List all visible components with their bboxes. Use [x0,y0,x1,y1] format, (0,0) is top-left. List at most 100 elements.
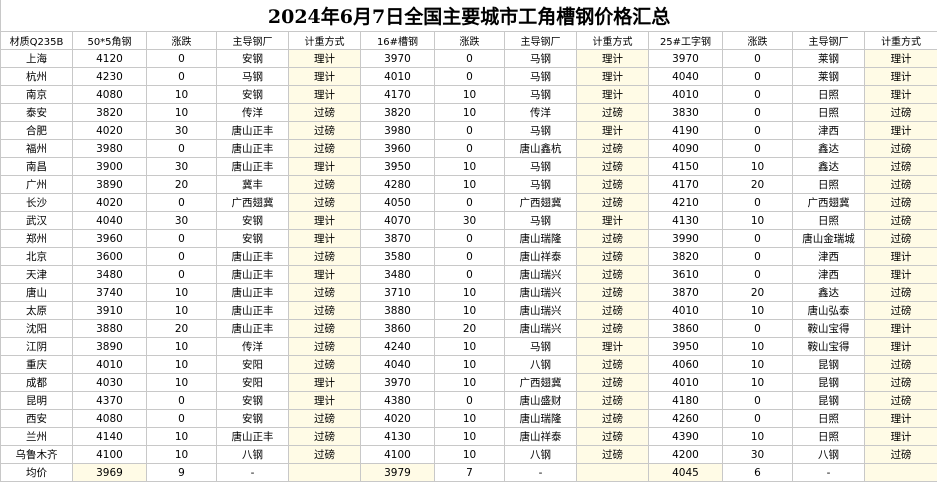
ibeam-price-cell: 3870 [648,283,723,302]
ibeam-weighing-cell: 理计 [863,121,937,140]
table-row: 合肥 4020 30 唐山正丰 过磅 3980 0 马钢 理计 4190 0 津西 理计 [0,121,937,140]
ibeam-weighing-cell: 过磅 [863,355,937,374]
angle-change-cell: 0 [146,391,217,410]
ibeam-price-cell: 4090 [648,139,723,158]
average-channel-price-cell: 3979 [360,463,435,482]
channel-change-cell: 10 [434,427,505,446]
channel-weighing-cell: 过磅 [576,139,649,158]
channel-weighing-cell: 过磅 [576,373,649,392]
angle-weighing-cell: 理计 [288,211,361,230]
ibeam-weighing-cell: 过磅 [863,373,937,392]
table-row: 兰州 4140 10 唐山正丰 过磅 4130 10 唐山祥泰 过磅 4390 10 日照 理计 [0,427,937,446]
ibeam-mill-cell: 昆钢 [792,373,865,392]
ibeam-price-cell: 4260 [648,409,723,428]
sheet-title: 2024年6月7日全国主要城市工角槽钢价格汇总 [0,0,937,32]
channel-mill-cell: 马钢 [504,175,577,194]
angle-mill-cell: 传洋 [216,103,289,122]
ibeam-mill-cell: 莱钢 [792,67,865,86]
ibeam-price-cell: 4170 [648,175,723,194]
city-cell: 唐山 [0,283,73,302]
angle-weighing-cell: 理计 [288,85,361,104]
ibeam-mill-cell: 津西 [792,247,865,266]
channel-mill-cell: 唐山瑞兴 [504,265,577,284]
angle-price-cell: 4230 [72,67,147,86]
ibeam-weighing-cell: 理计 [863,85,937,104]
table-row: 郑州 3960 0 安钢 理计 3870 0 唐山瑞隆 过磅 3990 0 唐山金瑞城 过磅 [0,229,937,248]
channel-mill-cell: 马钢 [504,211,577,230]
ibeam-change-cell: 30 [722,445,793,464]
ibeam-weighing-cell: 过磅 [863,103,937,122]
channel-mill-cell: 唐山瑞隆 [504,409,577,428]
angle-weighing-cell: 过磅 [288,103,361,122]
angle-change-cell: 10 [146,337,217,356]
angle-change-cell: 0 [146,49,217,68]
angle-weighing-cell: 过磅 [288,283,361,302]
angle-mill-cell: 唐山正丰 [216,247,289,266]
header-channel-price: 16#槽钢 [360,31,435,50]
city-cell: 泰安 [0,103,73,122]
angle-weighing-cell: 过磅 [288,121,361,140]
ibeam-price-cell: 4200 [648,445,723,464]
ibeam-mill-cell: 鑫达 [792,139,865,158]
angle-price-cell: 3740 [72,283,147,302]
angle-price-cell: 3960 [72,229,147,248]
angle-weighing-cell: 理计 [288,373,361,392]
channel-price-cell: 4040 [360,355,435,374]
angle-change-cell: 10 [146,427,217,446]
ibeam-mill-cell: 日照 [792,211,865,230]
channel-weighing-cell: 理计 [576,211,649,230]
angle-price-cell: 3600 [72,247,147,266]
angle-weighing-cell: 过磅 [288,139,361,158]
ibeam-change-cell: 0 [722,229,793,248]
channel-mill-cell: 唐山祥泰 [504,427,577,446]
city-cell: 长沙 [0,193,73,212]
angle-weighing-cell: 过磅 [288,175,361,194]
channel-price-cell: 4100 [360,445,435,464]
angle-price-cell: 3480 [72,265,147,284]
title-row: 2024年6月7日全国主要城市工角槽钢价格汇总 [0,0,937,32]
angle-weighing-cell: 过磅 [288,247,361,266]
channel-mill-cell: 传洋 [504,103,577,122]
angle-mill-cell: 唐山正丰 [216,427,289,446]
city-cell: 兰州 [0,427,73,446]
ibeam-change-cell: 0 [722,409,793,428]
ibeam-mill-cell: 八钢 [792,445,865,464]
angle-change-cell: 0 [146,67,217,86]
header-angle-mill: 主导钢厂 [216,31,289,50]
table-row: 重庆 4010 10 安阳 过磅 4040 10 八钢 过磅 4060 10 昆钢 过磅 [0,355,937,374]
angle-weighing-cell: 过磅 [288,193,361,212]
channel-change-cell: 0 [434,229,505,248]
ibeam-mill-cell: 莱钢 [792,49,865,68]
ibeam-price-cell: 3610 [648,265,723,284]
ibeam-weighing-cell: 理计 [863,67,937,86]
channel-price-cell: 4170 [360,85,435,104]
table-row: 南昌 3900 30 唐山正丰 理计 3950 10 马钢 过磅 4150 10 鑫达 过磅 [0,157,937,176]
channel-change-cell: 10 [434,445,505,464]
channel-price-cell: 3970 [360,373,435,392]
channel-mill-cell: 马钢 [504,49,577,68]
ibeam-change-cell: 0 [722,121,793,140]
channel-price-cell: 3480 [360,265,435,284]
channel-mill-cell: 唐山瑞兴 [504,283,577,302]
angle-change-cell: 10 [146,283,217,302]
channel-weighing-cell: 过磅 [576,409,649,428]
header-row: 材质Q235B 50*5角钢 涨跌 主导钢厂 计重方式 16#槽钢 涨跌 主导钢厂 计重方式 25… [0,31,937,50]
ibeam-weighing-cell: 过磅 [863,139,937,158]
channel-price-cell: 3980 [360,121,435,140]
channel-price-cell: 3970 [360,49,435,68]
average-ibeam-change-cell: 6 [722,463,793,482]
ibeam-weighing-cell: 理计 [863,49,937,68]
ibeam-change-cell: 0 [722,139,793,158]
channel-price-cell: 4010 [360,67,435,86]
ibeam-change-cell: 0 [722,265,793,284]
ibeam-change-cell: 10 [722,427,793,446]
channel-price-cell: 4070 [360,211,435,230]
angle-price-cell: 4080 [72,409,147,428]
ibeam-change-cell: 10 [722,301,793,320]
ibeam-change-cell: 0 [722,247,793,266]
angle-mill-cell: 安阳 [216,355,289,374]
angle-change-cell: 10 [146,85,217,104]
channel-change-cell: 10 [434,301,505,320]
angle-mill-cell: 冀丰 [216,175,289,194]
city-cell: 武汉 [0,211,73,230]
